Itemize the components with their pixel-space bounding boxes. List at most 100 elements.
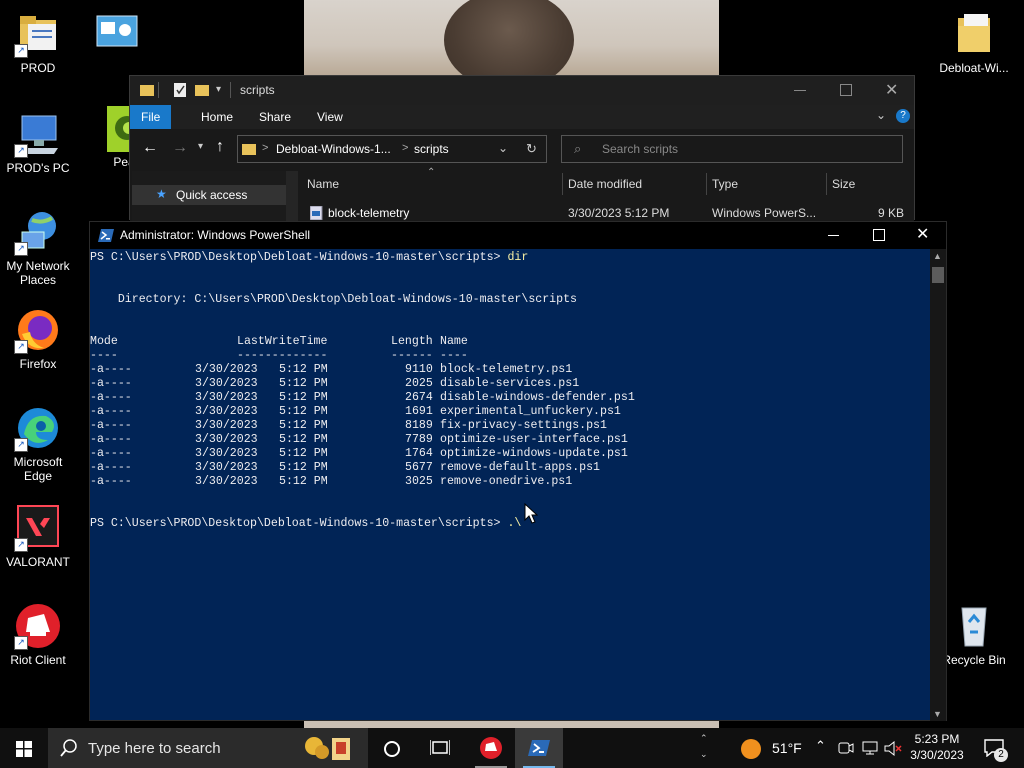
nav-item-label: Quick access	[176, 188, 248, 202]
expand-ribbon-icon[interactable]: ⌄	[876, 108, 886, 122]
file-name: block-telemetry.ps1	[440, 363, 573, 376]
clock[interactable]: 5:23 PM 3/30/2023	[905, 731, 969, 763]
file-length: 9110	[405, 363, 433, 376]
notification-center-button[interactable]: 2	[980, 728, 1024, 768]
network-icon: ↗	[14, 208, 62, 256]
taskbar-app-powershell[interactable]	[515, 728, 563, 768]
scroll-up-icon[interactable]: ▲	[933, 251, 942, 261]
minimize-button[interactable]	[794, 90, 806, 91]
taskbar-scroll-arrows[interactable]: ⌃ ⌄	[700, 730, 712, 766]
meet-now-icon[interactable]	[838, 741, 854, 755]
column-header-date[interactable]: Date modified	[568, 171, 642, 197]
notification-badge: 2	[994, 748, 1008, 762]
maximize-button[interactable]	[840, 84, 852, 96]
tab-file[interactable]: File	[130, 105, 172, 129]
scroll-down-icon[interactable]: ⌄	[700, 746, 712, 762]
volume-muted-icon[interactable]	[884, 741, 902, 757]
refresh-icon[interactable]: ↻	[526, 141, 537, 157]
cortana-button[interactable]	[368, 728, 416, 768]
maximize-button[interactable]	[873, 229, 885, 241]
console-output[interactable]: PS C:\Users\PROD\Desktop\Debloat-Windows…	[90, 249, 932, 721]
forward-arrow-icon[interactable]: →	[172, 139, 188, 157]
close-button[interactable]: ✕	[885, 80, 898, 100]
powershell-window[interactable]: Administrator: Windows PowerShell ✕ PS C…	[89, 221, 947, 721]
desktop-icon-prod[interactable]: ↗ PROD	[0, 10, 76, 75]
file-row[interactable]: block-telemetry 3/30/2023 5:12 PM Window…	[306, 205, 906, 221]
vertical-scrollbar[interactable]: ▲ ▼	[930, 249, 946, 721]
close-button[interactable]: ✕	[916, 224, 929, 244]
properties-icon[interactable]	[174, 83, 186, 97]
file-name: remove-onedrive.ps1	[440, 475, 573, 488]
help-icon[interactable]: ?	[896, 109, 910, 123]
file-time: 5:12 PM	[279, 363, 328, 376]
file-date: 3/30/2023	[195, 363, 258, 376]
desktop-icon-label: My Network Places	[6, 259, 70, 287]
desktop-icon-label: PROD's PC	[6, 161, 70, 175]
task-view-button[interactable]	[416, 728, 464, 768]
desktop-icon-network[interactable]: ↗ My Network Places	[0, 208, 76, 287]
start-button[interactable]	[0, 728, 48, 768]
scroll-up-icon[interactable]: ⌃	[700, 730, 712, 746]
taskbar-app-riot-client[interactable]	[467, 728, 515, 768]
file-time: 5:12 PM	[279, 461, 328, 474]
sort-up-icon: ⌃	[427, 167, 436, 178]
scroll-down-icon[interactable]: ▼	[933, 709, 942, 719]
show-hidden-icons-icon[interactable]: ⌃	[815, 738, 826, 754]
wallpaper-photo	[304, 0, 719, 76]
new-folder-icon[interactable]	[195, 83, 209, 97]
edge-icon: ↗	[14, 404, 62, 452]
search-box[interactable]: ⌕ Search scripts	[561, 135, 903, 163]
header-lastwrite: LastWriteTime	[237, 335, 328, 348]
desktop-icon-firefox[interactable]: ↗ Firefox	[0, 306, 76, 371]
column-header-type[interactable]: Type	[712, 171, 738, 197]
nav-item-quick-access[interactable]: ★ Quick access	[132, 185, 286, 205]
address-bar[interactable]: > Debloat-Windows-1... > scripts ⌄ ↻	[237, 135, 547, 163]
desktop-icon-app[interactable]	[79, 10, 155, 61]
clock-time: 5:23 PM	[914, 732, 960, 746]
prompt-line-2[interactable]: PS C:\Users\PROD\Desktop\Debloat-Windows…	[90, 517, 521, 531]
breadcrumb-debloat[interactable]: Debloat-Windows-1...	[276, 142, 391, 156]
chevron-down-icon[interactable]: ▾	[216, 84, 221, 95]
powershell-title-bar[interactable]: Administrator: Windows PowerShell ✕	[90, 222, 946, 249]
window-title: Administrator: Windows PowerShell	[120, 228, 311, 242]
tab-share[interactable]: Share	[248, 105, 302, 129]
folder-icon	[950, 10, 998, 58]
search-icon	[60, 739, 77, 757]
window-title: scripts	[240, 83, 275, 97]
taskbar-search-box[interactable]: Type here to search	[48, 728, 368, 768]
minimize-button[interactable]	[828, 235, 839, 236]
column-header-name[interactable]: Name	[307, 171, 339, 197]
desktop-icon-edge[interactable]: ↗ Microsoft Edge	[0, 404, 76, 483]
tab-view[interactable]: View	[306, 105, 354, 129]
taskbar: Type here to search ⌃ ⌄ 51°F ⌃ 5:23 PM 3…	[0, 728, 1024, 768]
file-explorer-window[interactable]: ▾ scripts ✕ File Home Share View ⌄ ? ← →…	[129, 75, 915, 221]
recent-locations-icon[interactable]: ▾	[198, 141, 203, 152]
scrollbar-thumb[interactable]	[932, 267, 944, 283]
explorer-title-bar[interactable]: ▾ scripts ✕	[130, 76, 914, 105]
underline-row: ---- ------------- ------ ----	[90, 349, 790, 363]
desktop-icon-label: Debloat-Wi...	[939, 61, 1009, 75]
address-dropdown-icon[interactable]: ⌄	[498, 141, 508, 155]
column-header-size[interactable]: Size	[832, 171, 855, 197]
desktop-icon-this-pc[interactable]: ↗ PROD's PC	[0, 110, 76, 175]
desktop-icon-recycle-bin[interactable]: Recycle Bin	[936, 602, 1012, 667]
desktop-icon-riot-client[interactable]: ↗ Riot Client	[0, 602, 76, 667]
file-length: 1691	[405, 405, 433, 418]
desktop-icon-valorant[interactable]: ↗ VALORANT	[0, 504, 76, 569]
file-time: 5:12 PM	[279, 433, 328, 446]
ribbon: File Home Share View ⌄ ?	[130, 105, 914, 129]
file-length: 1764	[405, 447, 433, 460]
desktop-icon-debloat-folder[interactable]: Debloat-Wi...	[936, 10, 1012, 75]
tab-home[interactable]: Home	[190, 105, 244, 129]
riot-client-icon	[480, 737, 502, 759]
network-icon[interactable]	[862, 741, 878, 755]
nav-pane-scrollbar[interactable]	[286, 171, 298, 221]
breadcrumb-scripts[interactable]: scripts	[414, 142, 449, 156]
weather-widget[interactable]: 51°F	[740, 736, 810, 760]
file-type: Windows PowerS...	[712, 206, 817, 220]
back-arrow-icon[interactable]: ←	[142, 139, 158, 157]
file-row: -a---- 3/30/2023 5:12 PM 1691 experiment…	[90, 405, 790, 419]
up-arrow-icon[interactable]: ↑	[216, 138, 224, 156]
command-text: dir	[500, 251, 529, 264]
prompt-text: PS C:\Users\PROD\Desktop\Debloat-Windows…	[90, 251, 501, 264]
